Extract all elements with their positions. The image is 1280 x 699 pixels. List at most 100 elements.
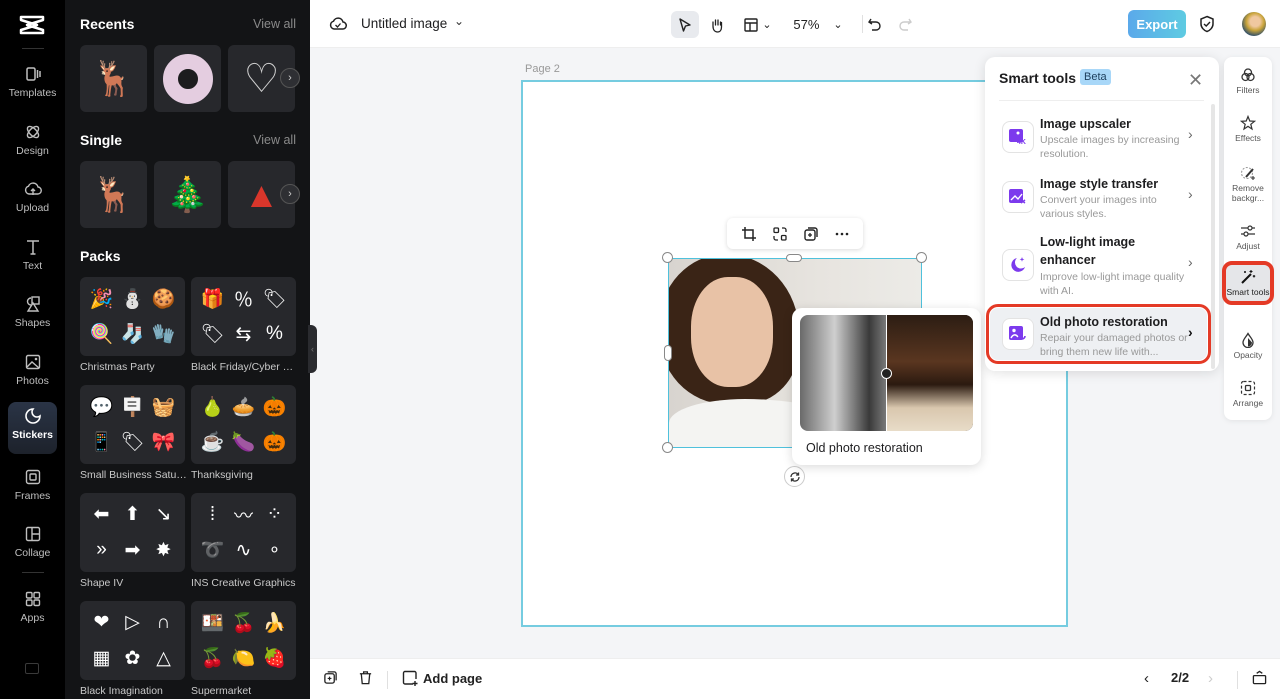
sticker-pack[interactable]: 🎁％🏷🏷⇆% [191,277,296,356]
smart-tools-title: Smart tools [999,70,1076,86]
rail-item-photos[interactable]: Photos [8,348,57,398]
pack-sticker: 🪧 [117,395,148,419]
redo-button[interactable] [893,11,917,38]
close-icon[interactable]: ✕ [1188,70,1203,91]
tool-image-style-transfer[interactable]: Image style transfer Convert your images… [990,168,1207,226]
page-overview-button[interactable] [1252,670,1267,685]
rail-item-templates[interactable]: Templates [8,60,57,110]
design-icon [24,123,42,141]
tool-description: Repair your damaged photos or bring them… [1040,331,1190,359]
layout-icon [744,18,758,32]
right-tool-label: Adjust [1236,241,1260,251]
select-tool-button[interactable] [671,11,699,38]
recent-sticker[interactable] [154,45,221,112]
pack-sticker: 🍪 [148,287,179,311]
pack-sticker: % [259,323,290,345]
ring-sticker [163,54,213,104]
sticker-pack[interactable]: ❤▷∩▦✿△ [80,601,185,680]
shapes-icon [24,295,42,313]
delete-page-button[interactable] [358,670,373,685]
sticker-pack[interactable]: ⁞〰⁘➰∿∘ [191,493,296,572]
rail-item-frames[interactable]: Frames [8,463,57,513]
after-image [886,315,973,431]
single-next-button[interactable]: › [280,184,300,204]
add-page-label: Add page [423,671,482,686]
hand-tool-button[interactable] [703,11,731,38]
zoom-select[interactable]: 57% ⌄ [788,11,848,38]
right-tool-remove-background[interactable]: Remove backgr... [1226,165,1270,203]
sticker-pack[interactable]: 🍐🥧🎃☕🍆🎃 [191,385,296,464]
replace-icon[interactable] [772,226,788,242]
shield-check-icon[interactable] [1199,15,1215,33]
page-indicator: 2/2 [1171,670,1189,685]
rail-item-shapes[interactable]: Shapes [8,290,57,340]
before-after-preview-image [800,315,973,431]
rail-item-upload[interactable]: Upload [8,175,57,225]
sticker-pack-label: Supermarket [191,685,299,697]
right-tool-opacity[interactable]: Opacity [1226,332,1270,360]
title-chevron-down-icon[interactable]: ⌄ [454,14,464,28]
right-tool-filters[interactable]: Filters [1226,67,1270,95]
add-page-icon [402,670,418,686]
single-view-all-link[interactable]: View all [253,133,296,147]
user-avatar[interactable] [1242,12,1266,36]
duplicate-icon[interactable] [803,226,819,242]
right-tool-arrange[interactable]: Arrange [1226,380,1270,408]
tool-old-photo-restoration[interactable]: Old photo restoration Repair your damage… [990,308,1207,360]
scrollbar[interactable] [1211,104,1215,369]
right-tool-adjust[interactable]: Adjust [1226,223,1270,251]
rail-item-stickers[interactable]: Stickers [8,402,57,454]
capcut-logo-icon[interactable] [19,14,45,36]
document-title[interactable]: Untitled image [361,16,447,31]
pack-sticker: 🍱 [197,611,228,635]
recents-next-button[interactable]: › [280,68,300,88]
sticker-pack[interactable]: 💬🪧🧺📱🏷🎀 [80,385,185,464]
recent-sticker[interactable]: 🦌 [80,45,147,112]
next-page-button[interactable]: › [1208,670,1213,687]
section-title-recents: Recents [80,16,134,32]
pack-sticker: ∩ [148,612,179,634]
rail-item-collage[interactable]: Collage [8,520,57,570]
pack-sticker: ☕ [197,430,228,454]
pack-sticker: 🍆 [228,430,259,454]
compare-slider-handle[interactable] [881,368,892,379]
rotate-handle[interactable] [784,466,805,487]
sticker-pack[interactable]: ⬅⬆↘»➡✸ [80,493,185,572]
single-sticker[interactable]: 🎄 [154,161,221,228]
resize-handle-bottom-left[interactable] [662,442,673,453]
collage-icon [24,525,42,543]
sticker-pack[interactable]: 🎉⛄🍪🍭🧦🧤 [80,277,185,356]
hand-icon [709,17,725,33]
tool-low-light-enhancer[interactable]: Low-light image enhancer Improve low-lig… [990,228,1207,304]
sticker-pack[interactable]: 🍱🍒🍌🍒🍋🍓 [191,601,296,680]
sticker-pack-label: INS Creative Graphics [191,577,299,589]
crop-icon[interactable] [741,226,757,242]
undo-button[interactable] [862,11,886,38]
rail-item-text[interactable]: Text [8,233,57,283]
cloud-sync-icon[interactable] [329,15,347,33]
header-divider [999,100,1204,101]
single-sticker[interactable]: 🦌 [80,161,147,228]
previous-page-button[interactable]: ‹ [1144,670,1149,687]
right-tool-effects[interactable]: Effects [1226,115,1270,143]
tool-image-upscaler[interactable]: 4K Image upscaler Upscale images by incr… [990,108,1207,166]
add-page-button[interactable]: Add page [402,670,482,686]
resize-handle-left[interactable] [664,345,672,361]
sticker-pack-label: Thanksgiving [191,469,299,481]
rail-item-label: Templates [9,87,57,99]
recents-view-all-link[interactable]: View all [253,17,296,31]
collapse-panel-button[interactable]: ‹ [308,325,317,373]
rail-item-design[interactable]: Design [8,118,57,168]
more-icon[interactable] [834,226,850,242]
resize-handle-top-left[interactable] [662,252,673,263]
resize-handle-top[interactable] [786,254,802,262]
right-tool-label: Arrange [1233,398,1263,408]
rail-item-apps[interactable]: Apps [8,585,57,635]
duplicate-page-button[interactable] [323,670,338,685]
export-button[interactable]: Export [1128,10,1186,38]
layout-menu-button[interactable]: ⌄ [740,11,776,38]
right-tool-smart-tools[interactable]: Smart tools [1226,265,1270,301]
keyboard-shortcuts-icon[interactable] [25,663,39,674]
bottom-divider [1237,671,1238,689]
resize-handle-top-right[interactable] [916,252,927,263]
